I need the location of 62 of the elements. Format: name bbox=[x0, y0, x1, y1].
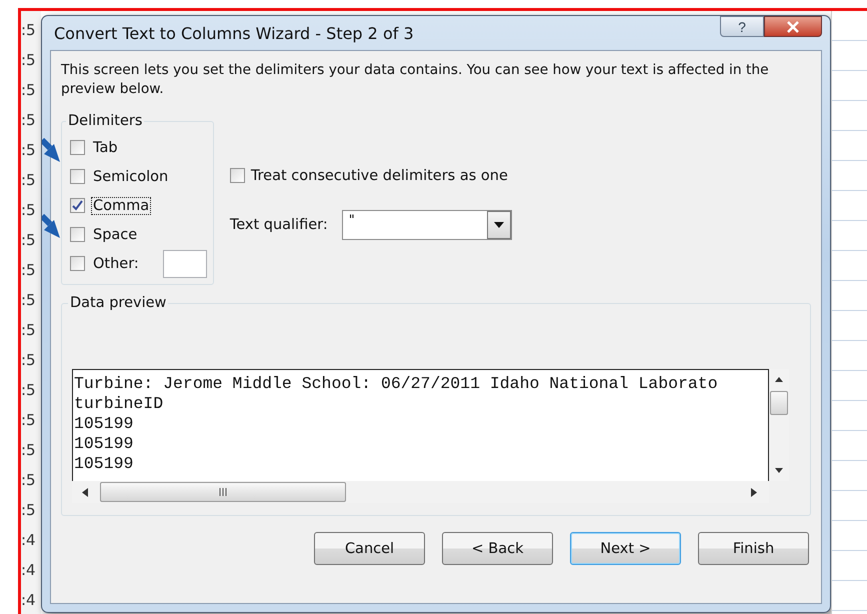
option-label: Space bbox=[92, 226, 138, 244]
checkbox[interactable] bbox=[70, 227, 85, 242]
sheet-cell-text: :5 bbox=[21, 170, 37, 191]
sheet-cell-text: :5 bbox=[21, 110, 37, 131]
scroll-thumb[interactable] bbox=[770, 391, 788, 415]
sheet-cell-text: :5 bbox=[21, 50, 37, 71]
sheet-cell-text: :5 bbox=[21, 230, 37, 251]
option-label: Other: bbox=[92, 254, 140, 272]
wizard-button[interactable]: Finish bbox=[698, 532, 809, 565]
group-legend: Delimiters bbox=[66, 113, 144, 129]
right-arrow-icon[interactable] bbox=[751, 488, 757, 496]
checkbox[interactable] bbox=[70, 256, 85, 271]
description-text: This screen lets you set the delimiters your data contains. You can see how your text is affected in the preview below. bbox=[61, 61, 770, 99]
option-label: Semicolon bbox=[92, 168, 170, 186]
preview-line: 105199 bbox=[74, 434, 134, 454]
option-label: Comma bbox=[91, 196, 152, 214]
sheet-cell-text: :5 bbox=[21, 260, 37, 281]
window-title: Convert Text to Columns Wizard - Step 2 of 3 bbox=[54, 24, 414, 42]
left-arrow-icon[interactable] bbox=[82, 488, 88, 496]
option-label: Treat consecutive delimiters as one bbox=[250, 168, 508, 184]
help-button[interactable]: ? bbox=[720, 16, 764, 37]
sheet-cell-text: :5 bbox=[21, 320, 37, 341]
other-delimiter-field[interactable] bbox=[162, 250, 207, 278]
pointer-arrow bbox=[42, 138, 60, 162]
sheet-cell-text: :5 bbox=[21, 500, 37, 521]
scroll-thumb[interactable] bbox=[100, 482, 346, 502]
sheet-cell-text: :5 bbox=[21, 80, 37, 101]
up-arrow-icon[interactable] bbox=[775, 377, 783, 382]
checkbox[interactable] bbox=[70, 198, 85, 213]
wizard-button[interactable]: Cancel bbox=[314, 532, 425, 565]
field-label: Text qualifier: bbox=[230, 217, 328, 233]
pointer-arrow bbox=[42, 214, 60, 238]
caret-icon bbox=[494, 222, 504, 228]
sheet-cell-text: :5 bbox=[21, 20, 37, 41]
sheet-cell-text: :5 bbox=[21, 440, 37, 461]
group-legend: Data preview bbox=[68, 295, 168, 311]
preview-line: 105199 bbox=[74, 454, 134, 474]
sheet-cell-text: :5 bbox=[21, 350, 37, 371]
option-label: Tab bbox=[92, 138, 119, 156]
grip-icon bbox=[218, 488, 228, 496]
sheet-cell-text: :4 bbox=[21, 560, 37, 581]
sheet-cell-text: :4 bbox=[21, 530, 37, 551]
preview-line: turbineID bbox=[74, 394, 164, 414]
close-icon bbox=[786, 20, 800, 32]
checkbox[interactable] bbox=[70, 140, 85, 155]
sheet-cell-text: :5 bbox=[21, 290, 37, 311]
preview-line: Turbine: Jerome Middle School: 06/27/2011 Idaho National Laborato bbox=[74, 374, 719, 394]
preview-line: 105199 bbox=[74, 414, 134, 434]
wizard-button[interactable]: < Back bbox=[442, 532, 553, 565]
text-qualifier-dropdown[interactable]: " bbox=[342, 210, 512, 240]
sheet-cell-text: :4 bbox=[21, 590, 37, 611]
checkbox[interactable] bbox=[70, 169, 85, 184]
sheet-cell-text: :5 bbox=[21, 470, 37, 491]
sheet-cell-text: :5 bbox=[21, 380, 37, 401]
sheet-cell-text: :5 bbox=[21, 140, 37, 161]
dropdown-button[interactable] bbox=[486, 211, 511, 239]
sheet-cell-text: :5 bbox=[21, 200, 37, 221]
wizard-button[interactable]: Next > bbox=[570, 532, 681, 565]
sheet-cell-text: :5 bbox=[21, 410, 37, 431]
down-arrow-icon[interactable] bbox=[775, 468, 783, 473]
checkbox[interactable] bbox=[230, 168, 245, 183]
close-button[interactable] bbox=[764, 16, 822, 37]
